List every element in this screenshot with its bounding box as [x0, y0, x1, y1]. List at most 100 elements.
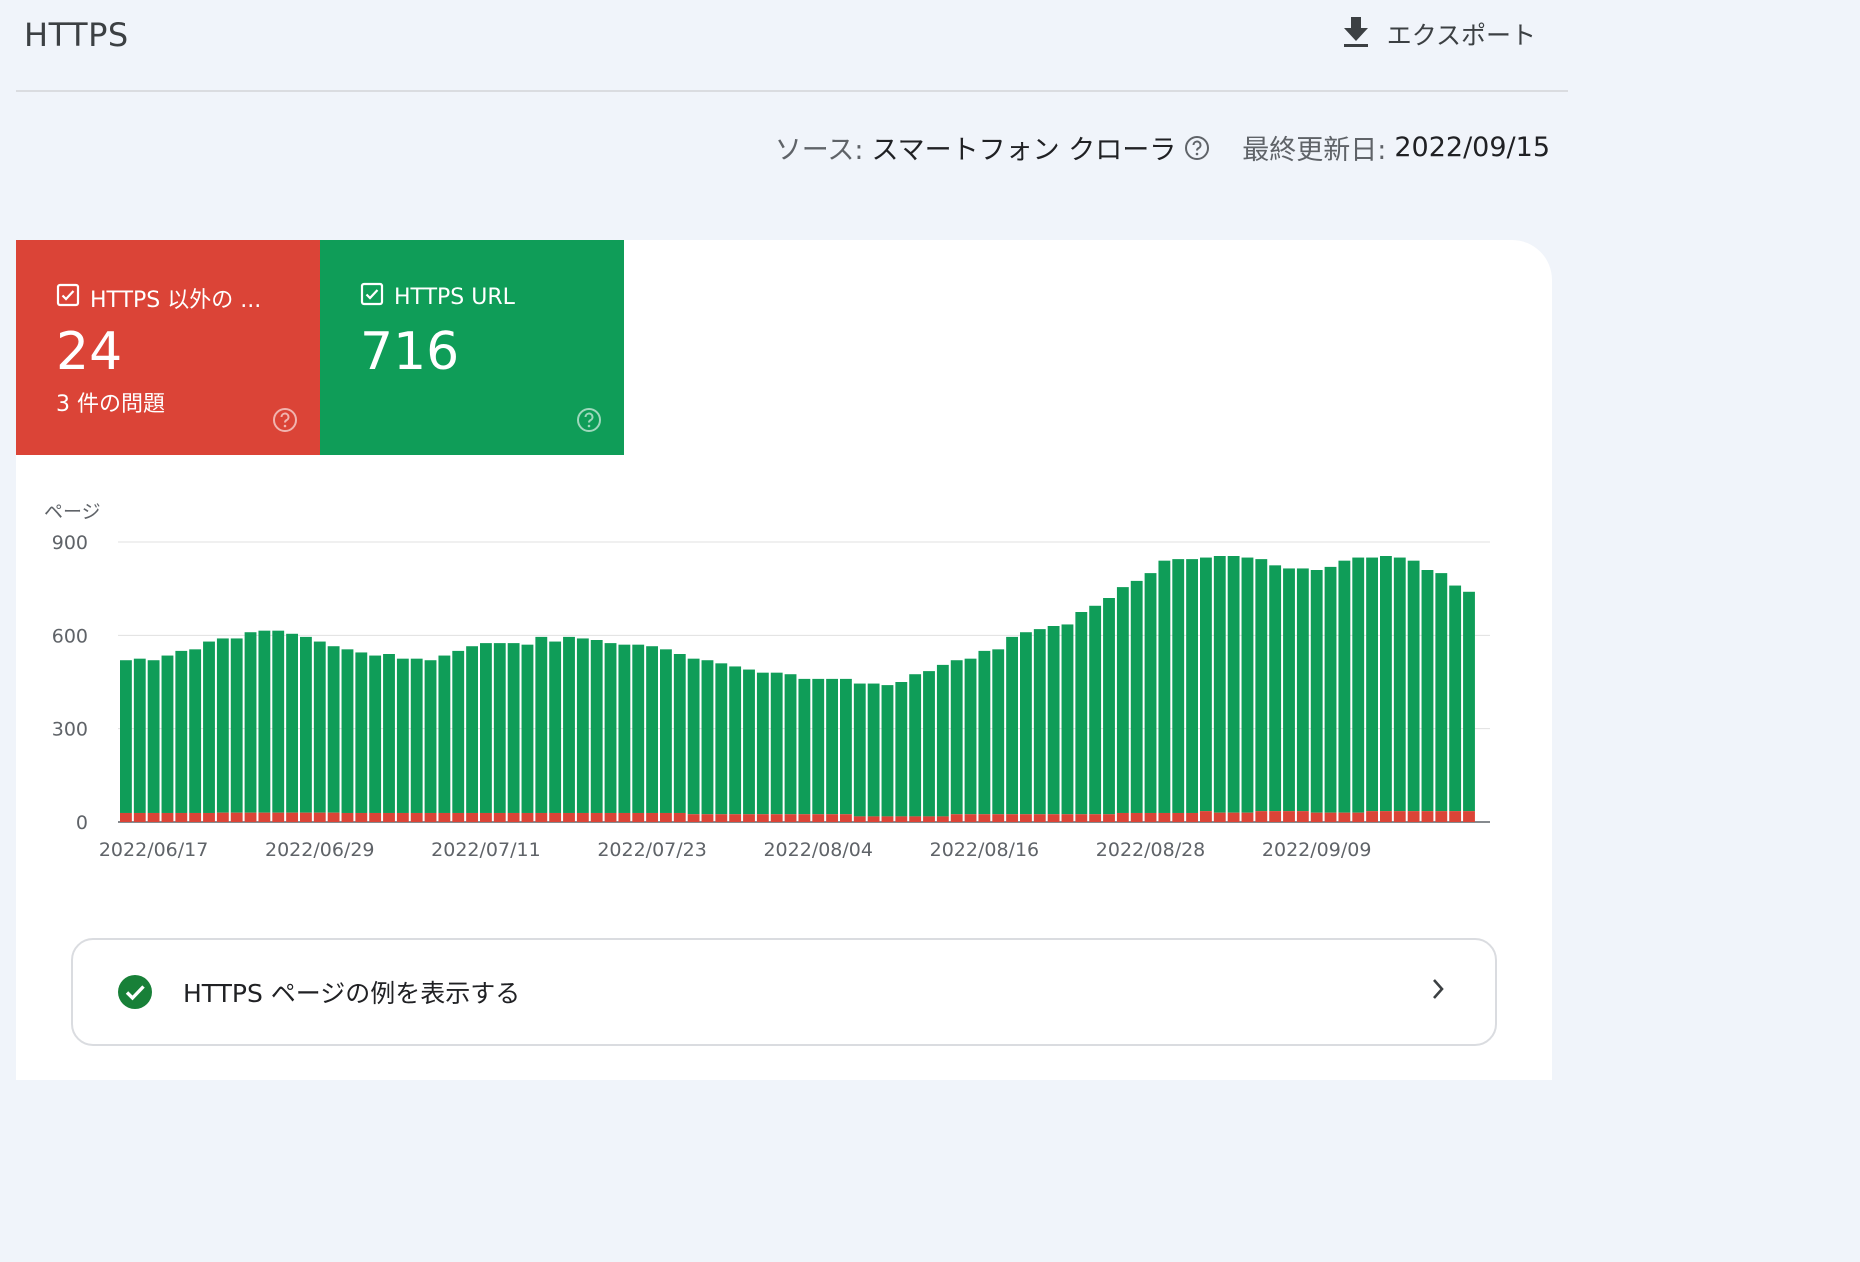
bar-https: [853, 683, 866, 817]
bar-non-https: [673, 812, 686, 822]
bar-non-https: [1407, 811, 1420, 822]
bar-non-https: [604, 812, 617, 822]
bar-non-https: [466, 812, 478, 822]
pages-chart: ページ 0 300 600 900 2022/06/17 2022/06/29 2022/07…: [44, 501, 1490, 861]
bar-non-https: [978, 814, 991, 822]
bar-https: [563, 636, 575, 813]
bar-https: [1463, 591, 1475, 812]
help-icon[interactable]: [1184, 135, 1210, 161]
y-tick-label: 900: [52, 532, 88, 554]
bar-non-https: [743, 814, 755, 822]
bar-https: [203, 641, 215, 813]
bar-https: [147, 660, 160, 813]
bar-non-https: [493, 812, 506, 822]
report-card: HTTPS 以外の ... 24 3 件の問題 HTTPS URL 716 ペー…: [16, 240, 1552, 1080]
bar-non-https: [590, 812, 603, 822]
bar-non-https: [424, 812, 437, 822]
bar-non-https: [216, 812, 229, 822]
x-tick-label: 2022/06/17: [99, 839, 209, 861]
https-examples-link[interactable]: HTTPS ページの例を表示する: [71, 938, 1497, 1046]
bar-non-https: [341, 812, 354, 822]
bar-https: [1075, 612, 1088, 815]
bar-https: [383, 654, 395, 813]
bar-https: [618, 644, 631, 813]
check-circle-icon: [117, 974, 153, 1010]
bar-non-https: [480, 812, 492, 822]
bar-non-https: [853, 816, 866, 822]
checkbox-checked-icon[interactable]: [56, 283, 80, 313]
bar-non-https: [784, 814, 797, 822]
bar-https: [1296, 568, 1309, 812]
bar-non-https: [1435, 811, 1448, 822]
bar-https: [1158, 560, 1171, 813]
bar-non-https: [1158, 812, 1171, 822]
bar-non-https: [1200, 811, 1212, 822]
export-button[interactable]: エクスポート: [1343, 16, 1536, 52]
bar-https: [244, 632, 257, 813]
bar-non-https: [729, 814, 742, 822]
bar-non-https: [396, 812, 409, 822]
x-tick-label: 2022/07/11: [431, 839, 541, 861]
bar-non-https: [715, 814, 728, 822]
bar-https: [1393, 557, 1406, 812]
bar-non-https: [147, 812, 160, 822]
y-tick-label: 600: [52, 625, 88, 647]
bar-https: [521, 644, 534, 813]
bar-non-https: [1006, 814, 1018, 822]
tile-value: 24: [56, 322, 123, 382]
checkbox-checked-icon[interactable]: [360, 282, 384, 312]
bar-https: [590, 640, 603, 813]
x-tick-label: 2022/08/04: [763, 839, 873, 861]
tile-https[interactable]: HTTPS URL 716: [320, 240, 624, 455]
bar-non-https: [812, 814, 825, 822]
bar-non-https: [369, 812, 382, 822]
bar-https: [1366, 557, 1378, 812]
bar-https: [687, 658, 700, 815]
bar-non-https: [646, 812, 658, 822]
bar-https: [258, 630, 271, 813]
export-label: エクスポート: [1386, 21, 1536, 50]
bar-https: [1186, 559, 1198, 813]
bar-https: [1047, 626, 1060, 815]
bar-https: [1310, 570, 1323, 813]
bar-non-https: [410, 812, 423, 822]
help-icon[interactable]: [576, 407, 602, 433]
bar-https: [189, 649, 202, 813]
bar-https: [1269, 565, 1282, 812]
bar-non-https: [300, 812, 312, 822]
bar-non-https: [327, 812, 340, 822]
tile-header: HTTPS URL: [360, 282, 515, 312]
bar-https: [881, 685, 894, 817]
bar-https: [646, 646, 658, 813]
bar-https: [826, 678, 838, 815]
bar-https: [964, 658, 977, 815]
bar-non-https: [1172, 812, 1185, 822]
bar-https: [1380, 556, 1392, 812]
bar-https: [784, 674, 797, 815]
bar-non-https: [438, 812, 451, 822]
bar-https: [535, 636, 548, 813]
bar-non-https: [701, 814, 714, 822]
bar-non-https: [660, 812, 672, 822]
bar-non-https: [1241, 812, 1254, 822]
bar-https: [410, 658, 423, 813]
bar-non-https: [1421, 811, 1434, 822]
bar-https: [770, 672, 783, 815]
tile-non-https[interactable]: HTTPS 以外の ... 24 3 件の問題: [16, 240, 320, 455]
bar-https: [1103, 598, 1115, 815]
bar-https: [576, 638, 589, 813]
bar-https: [438, 655, 451, 813]
bar-https: [756, 672, 769, 815]
help-icon[interactable]: [272, 407, 298, 433]
bar-https: [507, 643, 520, 813]
bar-https: [1421, 570, 1434, 812]
bar-https: [230, 638, 243, 813]
bar-non-https: [120, 812, 132, 822]
bar-https: [604, 643, 617, 813]
bar-non-https: [895, 816, 908, 822]
bar-https: [1172, 559, 1185, 813]
bar-https: [1352, 557, 1365, 813]
bar-https: [1200, 557, 1212, 812]
x-tick-label: 2022/08/28: [1096, 839, 1206, 861]
bar-non-https: [964, 814, 977, 822]
